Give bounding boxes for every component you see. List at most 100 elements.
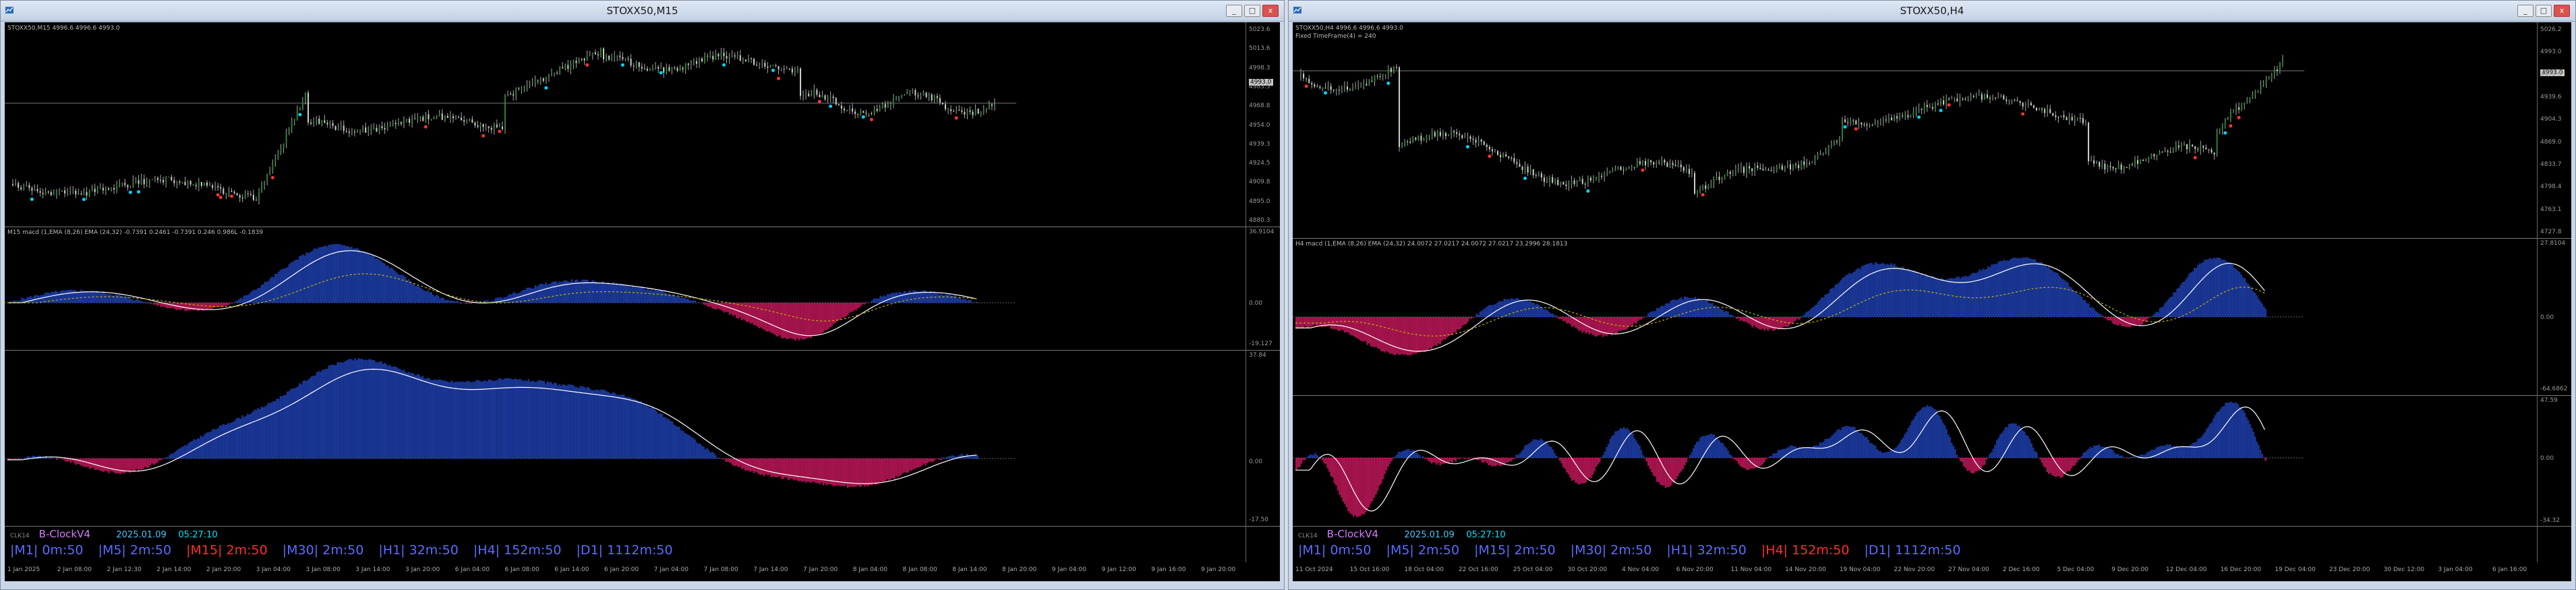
clock-brand: B-ClockV4: [38, 528, 90, 540]
time-tick: 7 Jan 20:00: [803, 566, 838, 573]
tf-m15: |M15| 2m:50: [186, 543, 268, 558]
tf-m30: |M30| 2m:50: [1570, 543, 1652, 558]
time-tick: 2 Dec 16:00: [2002, 566, 2040, 573]
time-tick: 6 Nov 20:00: [1676, 566, 1714, 573]
price-tick: 4998.3: [1249, 64, 1270, 71]
time-tick: 3 Jan 08:00: [305, 566, 341, 573]
osc-bottom-tick: -17.50: [1249, 517, 1269, 523]
time-tick: 9 Jan 16:00: [1151, 566, 1186, 573]
macd-top-tick: 27.8104: [2540, 240, 2566, 247]
price-tick: 5026.2: [2540, 26, 2562, 33]
chart-area[interactable]: STOXX50,M15 4996.6 4996.6 4993.0 4993.0 …: [5, 22, 1280, 581]
maximize-button[interactable]: □: [1244, 5, 1260, 17]
time-tick: 2 Jan 14:00: [156, 566, 192, 573]
time-tick: 16 Dec 20:00: [2220, 566, 2262, 573]
time-tick: 1 Jan 2025: [7, 566, 40, 573]
window-titlebar[interactable]: STOXX50,M15 _ □ x: [1, 1, 1284, 22]
price-tick: 4904.3: [2540, 116, 2562, 123]
price-tick: 4895.0: [1249, 198, 1270, 205]
oscillator-histogram: [1293, 401, 2304, 518]
time-tick: 2 Jan 20:00: [206, 566, 241, 573]
oscillator-pane[interactable]: 47.59 0.00 -34.32: [1293, 396, 2571, 526]
price-tick: 5023.6: [1249, 26, 1270, 33]
tf-m5: |M5| 2m:50: [1386, 543, 1460, 558]
time-tick: 6 Jan 14:00: [554, 566, 589, 573]
price-tick: 4727.8: [2540, 229, 2562, 235]
tf-h1: |H1| 32m:50: [378, 543, 459, 558]
time-tick: 30 Oct 20:00: [1567, 566, 1608, 573]
time-tick: 2 Jan 12:30: [107, 566, 142, 573]
time-tick: 14 Nov 20:00: [1785, 566, 1826, 573]
window-title: STOXX50,H4: [1900, 5, 1964, 17]
price-tick: 4993.0: [2540, 49, 2562, 56]
macd-pane[interactable]: H4 macd (1,EMA (8,26) EMA (24,32) 24.007…: [1293, 239, 2571, 395]
time-tick: 6 Jan 08:00: [504, 566, 539, 573]
time-tick: 12 Dec 04:00: [2165, 566, 2207, 573]
price-tick: 4968.8: [1249, 102, 1270, 110]
tf-m1: |M1| 0m:50: [1298, 543, 1372, 558]
time-tick: 4 Nov 04:00: [1622, 566, 1660, 573]
time-tick: 5 Dec 04:00: [2057, 566, 2095, 573]
time-tick: 3 Jan 20:00: [405, 566, 440, 573]
tf-d1: |D1| 1112m:50: [1864, 543, 1961, 558]
price-tick: 4763.1: [2540, 206, 2562, 213]
minimize-button[interactable]: _: [2517, 5, 2534, 17]
macd-mid-tick: 0.00: [1249, 300, 1263, 307]
maximize-button[interactable]: □: [2536, 5, 2552, 17]
tf-m30: |M30| 2m:50: [282, 543, 364, 558]
time-tick: 7 Jan 14:00: [753, 566, 788, 573]
clock-time: 05:27:10: [1466, 530, 1506, 540]
oscillator-pane[interactable]: 37.84 0.00 -17.50: [5, 351, 1280, 526]
time-tick: 15 Oct 16:00: [1349, 566, 1390, 573]
price-tick: 4869.0: [2540, 138, 2562, 146]
osc-bottom-tick: -34.32: [2540, 517, 2560, 524]
chart-window-left[interactable]: STOXX50,M15 _ □ x STOXX50,M15 4996.6 499…: [0, 0, 1285, 590]
time-tick: 22 Oct 16:00: [1459, 566, 1498, 573]
close-button[interactable]: x: [2554, 5, 2570, 17]
time-tick: 6 Jan 16:00: [2492, 566, 2527, 573]
price-tick: 4954.0: [1249, 121, 1270, 129]
chart-area[interactable]: STOXX50,H4 4996.6 4996.6 4993.0 Fixed Ti…: [1293, 22, 2571, 581]
price-tick: 4909.8: [1249, 179, 1270, 186]
osc-mid-tick: 0.00: [2540, 455, 2554, 462]
tf-m15: |M15| 2m:50: [1474, 543, 1556, 558]
time-tick: 6 Jan 04:00: [455, 566, 490, 573]
time-tick: 8 Jan 04:00: [852, 566, 888, 573]
time-tick: 19 Dec 04:00: [2275, 566, 2316, 573]
macd-pane[interactable]: M15 macd (1,EMA (8,26) EMA (24,32) -0.73…: [5, 227, 1280, 350]
time-tick: 11 Oct 2024: [1295, 566, 1333, 573]
clock-date: 2025.01.09: [116, 530, 167, 540]
time-tick: 9 Dec 20:00: [2111, 566, 2149, 573]
time-tick: 22 Nov 20:00: [1894, 566, 1935, 573]
minimize-button[interactable]: _: [1226, 5, 1242, 17]
time-tick: 25 Oct 04:00: [1513, 566, 1553, 573]
price-tick: 4880.3: [1249, 217, 1270, 224]
candlestick-chart: [5, 47, 1016, 205]
osc-top-tick: 47.59: [2540, 397, 2558, 404]
time-tick: 7 Jan 04:00: [653, 566, 689, 573]
time-tick: 8 Jan 20:00: [1002, 566, 1037, 573]
oscillator-histogram: [5, 358, 1016, 488]
price-tick: 4798.4: [2540, 183, 2562, 191]
price-tick: 4939.6: [2540, 94, 2562, 100]
time-tick: 9 Jan 04:00: [1051, 566, 1087, 573]
time-tick: 7 Jan 08:00: [703, 566, 738, 573]
timeframe-countdown-row: |M1| 0m:50 |M5| 2m:50 |M15| 2m:50 |M30| …: [1298, 543, 1972, 558]
clock-brand: B-ClockV4: [1326, 528, 1378, 540]
time-tick: 6 Jan 20:00: [604, 566, 639, 573]
macd-bottom-tick: -64.6862: [2540, 386, 2568, 392]
time-axis: 1 Jan 2025 2 Jan 08:00 2 Jan 12:30 2 Jan 14…: [5, 562, 1280, 581]
time-tick: 8 Jan 08:00: [902, 566, 937, 573]
time-tick: 23 Dec 20:00: [2329, 566, 2370, 573]
window-titlebar[interactable]: STOXX50,H4 _ □ x: [1289, 1, 2575, 22]
time-tick: 27 Nov 04:00: [1948, 566, 1989, 573]
chart-window-right[interactable]: STOXX50,H4 _ □ x STOXX50,H4 4996.6 4996.…: [1288, 0, 2576, 590]
price-tick: 4939.3: [1249, 140, 1270, 148]
price-pane[interactable]: STOXX50,H4 4996.6 4996.6 4993.0 Fixed Ti…: [1293, 22, 2571, 238]
price-pane[interactable]: STOXX50,M15 4996.6 4996.6 4993.0 4993.0 …: [5, 22, 1280, 227]
macd-mid-tick: 0.00: [2540, 314, 2554, 321]
tf-m1: |M1| 0m:50: [10, 543, 84, 558]
macd-bottom-tick: -19.127: [1249, 341, 1272, 347]
close-button[interactable]: x: [1262, 5, 1279, 17]
candlestick-chart: [1293, 55, 2304, 198]
